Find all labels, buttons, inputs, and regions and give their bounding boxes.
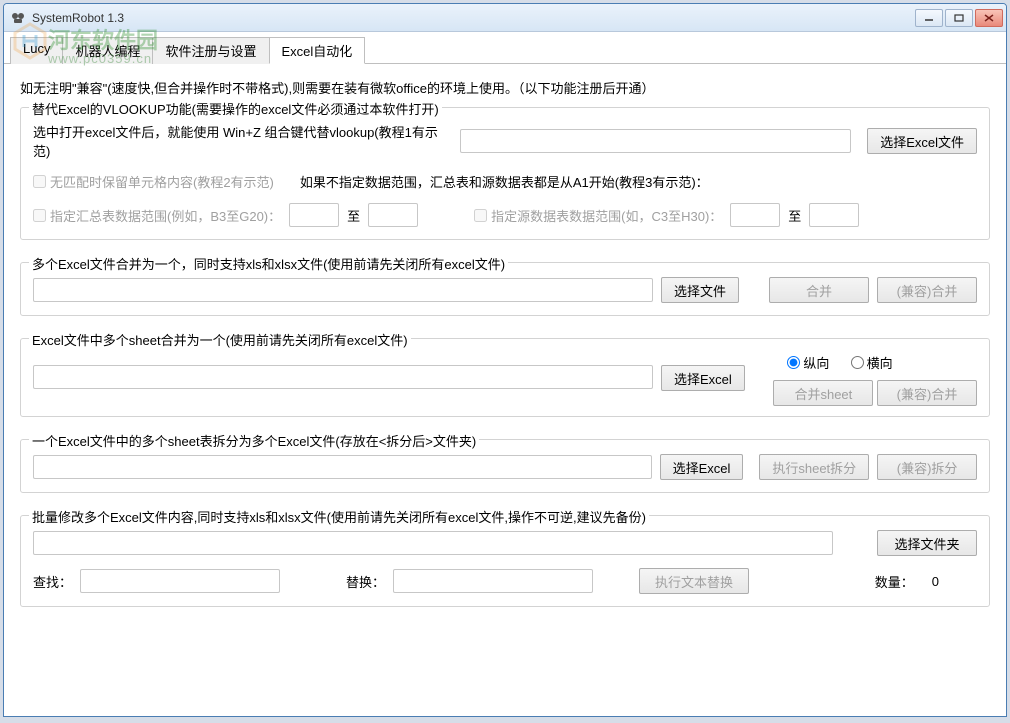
merge-files-path[interactable] (33, 278, 653, 302)
instruction-text: 如无注明"兼容"(速度快,但合并操作时不带格式),则需要在装有微软office的… (20, 78, 990, 97)
compat-merge-sheet-button[interactable]: (兼容)合并 (877, 380, 977, 406)
select-excel-button-merge[interactable]: 选择Excel (661, 365, 745, 391)
tab-lucy[interactable]: Lucy (10, 37, 63, 64)
batch-folder-path[interactable] (33, 531, 833, 555)
merge-sheets-path[interactable] (33, 365, 653, 389)
select-excel-button-split[interactable]: 选择Excel (660, 454, 744, 480)
find-label: 查找： (33, 572, 72, 591)
summary-range-from[interactable] (289, 203, 339, 227)
merge-button[interactable]: 合并 (769, 277, 869, 303)
titlebar: SystemRobot 1.3 (4, 4, 1006, 32)
source-range-to[interactable] (809, 203, 859, 227)
summary-range-to[interactable] (368, 203, 418, 227)
window-title: SystemRobot 1.3 (32, 11, 915, 25)
run-replace-button[interactable]: 执行文本替换 (639, 568, 749, 594)
tab-bar: Lucy 机器人编程 软件注册与设置 Excel自动化 (4, 32, 1006, 64)
merge-sheet-button[interactable]: 合并sheet (773, 380, 873, 406)
select-files-button[interactable]: 选择文件 (661, 277, 739, 303)
group-split-legend: 一个Excel文件中的多个sheet表拆分为多个Excel文件(存放在<拆分后>… (29, 431, 479, 450)
group-merge-files: 多个Excel文件合并为一个，同时支持xls和xlsx文件(使用前请先关闭所有e… (20, 262, 990, 316)
group-merge-sheets-legend: Excel文件中多个sheet合并为一个(使用前请先关闭所有excel文件) (29, 330, 411, 349)
group-merge-sheets: Excel文件中多个sheet合并为一个(使用前请先关闭所有excel文件) 选… (20, 338, 990, 417)
app-icon (10, 10, 26, 26)
vlookup-file-path[interactable] (460, 129, 851, 153)
group-batch-edit-legend: 批量修改多个Excel文件内容,同时支持xls和xlsx文件(使用前请先关闭所有… (29, 507, 649, 526)
group-vlookup: 替代Excel的VLOOKUP功能(需要操作的excel文件必须通过本软件打开)… (20, 107, 990, 240)
chk-keep-cell[interactable]: 无匹配时保留单元格内容(教程2有示范) (33, 172, 274, 191)
select-excel-file-button[interactable]: 选择Excel文件 (867, 128, 977, 154)
split-file-path[interactable] (33, 455, 652, 479)
window-controls (915, 9, 1003, 27)
count-label: 数量： (875, 572, 914, 591)
close-button[interactable] (975, 9, 1003, 27)
find-input[interactable] (80, 569, 280, 593)
tab-excel-automation[interactable]: Excel自动化 (269, 37, 366, 64)
merge-sheets-controls: 纵向 横向 合并sheet (兼容)合并 (773, 353, 977, 406)
vlookup-hint: 选中打开excel文件后，就能使用 Win+Z 组合键代替vlookup(教程1… (33, 122, 452, 160)
group-merge-files-legend: 多个Excel文件合并为一个，同时支持xls和xlsx文件(使用前请先关闭所有e… (29, 254, 508, 273)
compat-merge-button[interactable]: (兼容)合并 (877, 277, 977, 303)
replace-input[interactable] (393, 569, 593, 593)
maximize-button[interactable] (945, 9, 973, 27)
vlookup-range-note: 如果不指定数据范围，汇总表和源数据表都是从A1开始(教程3有示范)： (300, 172, 709, 191)
radio-vertical[interactable]: 纵向 (787, 353, 829, 372)
split-button[interactable]: 执行sheet拆分 (759, 454, 869, 480)
source-range-from[interactable] (730, 203, 780, 227)
group-vlookup-legend: 替代Excel的VLOOKUP功能(需要操作的excel文件必须通过本软件打开) (29, 99, 442, 118)
to-label-2: 至 (788, 206, 801, 225)
radio-horizontal[interactable]: 横向 (851, 353, 893, 372)
tab-robot-programming[interactable]: 机器人编程 (62, 37, 153, 64)
tab-register-settings[interactable]: 软件注册与设置 (152, 37, 269, 64)
to-label-1: 至 (347, 206, 360, 225)
count-value: 0 (932, 574, 939, 589)
content-area: 如无注明"兼容"(速度快,但合并操作时不带格式),则需要在装有微软office的… (4, 64, 1006, 637)
chk-source-range[interactable]: 指定源数据表数据范围(如，C3至H30)： (474, 206, 722, 225)
group-batch-edit: 批量修改多个Excel文件内容,同时支持xls和xlsx文件(使用前请先关闭所有… (20, 515, 990, 607)
select-folder-button[interactable]: 选择文件夹 (877, 530, 977, 556)
replace-label: 替换： (346, 572, 385, 591)
minimize-button[interactable] (915, 9, 943, 27)
compat-split-button[interactable]: (兼容)拆分 (877, 454, 977, 480)
app-window: SystemRobot 1.3 Lucy 机器人编程 软件注册与设置 Excel… (3, 3, 1007, 717)
group-split: 一个Excel文件中的多个sheet表拆分为多个Excel文件(存放在<拆分后>… (20, 439, 990, 493)
chk-summary-range[interactable]: 指定汇总表数据范围(例如，B3至G20)： (33, 206, 281, 225)
